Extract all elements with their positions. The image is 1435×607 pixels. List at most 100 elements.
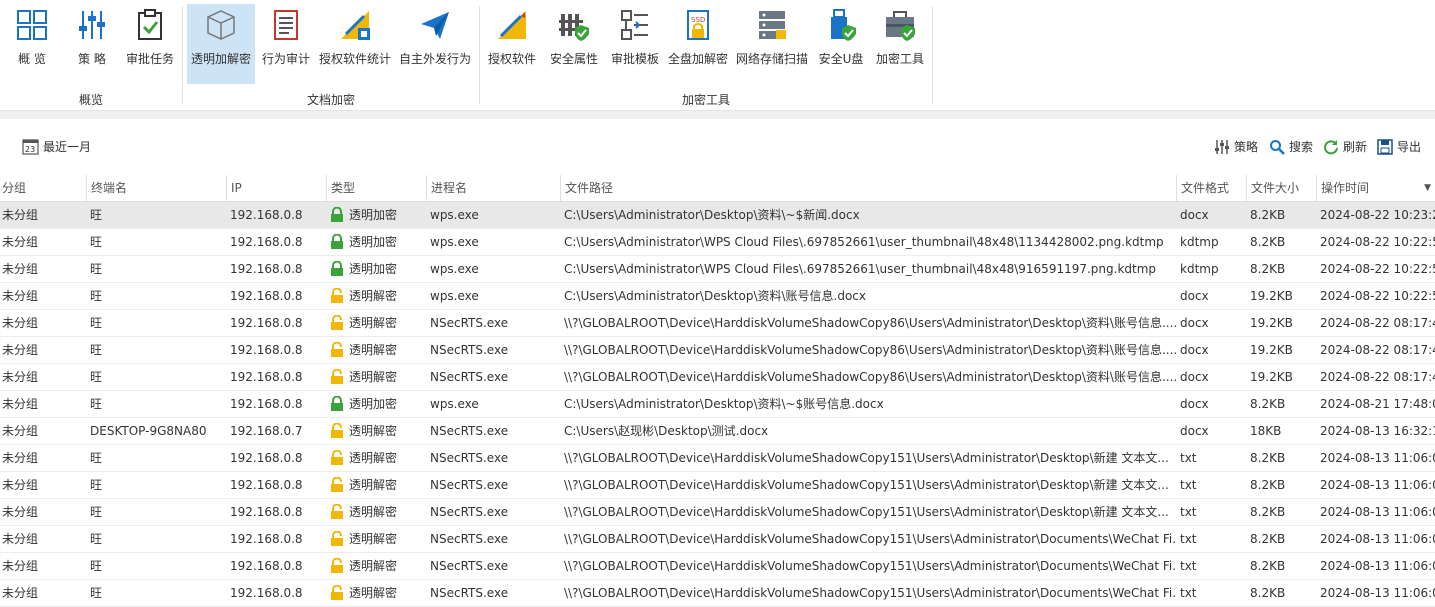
refresh-button[interactable]: 刷新: [1323, 138, 1367, 155]
cell-ip: 192.168.0.8: [230, 256, 303, 282]
cell-format-text: txt: [1180, 478, 1197, 492]
cell-process-text: NSecRTS.exe: [430, 343, 509, 357]
cell-type: 透明加密: [330, 229, 397, 255]
table-row[interactable]: 未分组 旺 192.168.0.8 透明解密 NSecRTS.exe \\?\GLOBAL…: [0, 310, 1435, 337]
cell-size: 8.2KB: [1250, 472, 1285, 498]
column-header-path[interactable]: 文件路径: [560, 175, 1176, 201]
cell-path: C:\Users\Administrator\WPS Cloud Files\.…: [564, 229, 1176, 255]
search-label: 搜索: [1289, 140, 1314, 154]
cell-group: 未分组: [2, 445, 38, 471]
cell-time-text: 2024-08-13 16:32:13: [1320, 424, 1435, 438]
cell-format: docx: [1180, 337, 1209, 363]
cell-ip: 192.168.0.8: [230, 229, 303, 255]
date-range-button[interactable]: 23 最近一月: [22, 138, 91, 155]
ribbon-button-authorized-software-stats[interactable]: 授权软件统计: [318, 4, 392, 84]
ribbon-button-label: 行为审计: [261, 52, 310, 66]
table-row[interactable]: 未分组 旺 192.168.0.8 透明解密 NSecRTS.exe \\?\GLOBAL…: [0, 580, 1435, 607]
column-header-format[interactable]: 文件格式: [1176, 175, 1246, 201]
lock-closed-icon: [331, 395, 343, 411]
cell-format: docx: [1180, 310, 1209, 336]
cell-type-text: 透明加密: [349, 262, 398, 276]
ribbon-button-approval-template[interactable]: 审批模板: [608, 4, 662, 84]
table-row[interactable]: 未分组 旺 192.168.0.8 透明解密 wps.exe C:\Users\Admin…: [0, 283, 1435, 310]
cell-time: 2024-08-22 10:22:59: [1320, 229, 1435, 255]
ribbon-button-transparent-crypto[interactable]: 透明加解密: [187, 4, 255, 84]
column-header-size[interactable]: 文件大小: [1246, 175, 1316, 201]
search-button[interactable]: 搜索: [1269, 138, 1313, 155]
policy-button[interactable]: 策略: [1214, 138, 1258, 155]
cell-time: 2024-08-22 08:17:49: [1320, 337, 1435, 363]
ribbon-button-network-storage-scan[interactable]: 网络存储扫描: [734, 4, 810, 84]
table-row[interactable]: 未分组 旺 192.168.0.8 透明解密 NSecRTS.exe \\?\GLOBAL…: [0, 364, 1435, 391]
table-row[interactable]: 未分组 旺 192.168.0.8 透明解密 NSecRTS.exe \\?\GLOBAL…: [0, 337, 1435, 364]
cell-group: 未分组: [2, 472, 38, 498]
cell-path-text: C:\Users\Administrator\Desktop\资料\~$账号信息…: [564, 397, 884, 411]
secure-usb-icon: [831, 9, 856, 41]
overview-grid-icon: [17, 10, 47, 40]
table-header: 分组 终端名 IP 类型 进程名 文件路径 文件格式 文件大小 操作时间 ▼: [0, 175, 1435, 202]
ribbon-button-overview[interactable]: 概 览: [8, 4, 56, 84]
lock-closed-icon: [331, 260, 343, 276]
cell-format: kdtmp: [1180, 256, 1219, 282]
table-row[interactable]: 未分组 旺 192.168.0.8 透明解密 NSecRTS.exe \\?\GLOBAL…: [0, 445, 1435, 472]
table-row[interactable]: 未分组 旺 192.168.0.8 透明解密 NSecRTS.exe \\?\GLOBAL…: [0, 553, 1435, 580]
ribbon-button-label: 自主外发行为: [398, 52, 471, 66]
ribbon-button-policy[interactable]: 策 略: [68, 4, 116, 84]
cell-format-text: docx: [1180, 208, 1209, 222]
cell-group-text: 未分组: [2, 532, 39, 546]
cell-type: 透明解密: [330, 418, 397, 444]
column-header-ip[interactable]: IP: [226, 175, 326, 201]
cell-process: NSecRTS.exe: [430, 553, 508, 579]
column-header-type[interactable]: 类型: [326, 175, 426, 201]
cell-terminal: 旺: [90, 256, 102, 282]
lock-open-icon: [331, 314, 343, 330]
ribbon-button-secure-usb[interactable]: 安全U盘: [816, 4, 866, 84]
encryption-toolbox-icon: [886, 11, 915, 41]
cell-ip-text: 192.168.0.8: [230, 505, 303, 519]
cell-process-text: wps.exe: [430, 262, 479, 276]
table-row[interactable]: 未分组 旺 192.168.0.8 透明解密 NSecRTS.exe \\?\GLOBAL…: [0, 526, 1435, 553]
ribbon-button-label: 加密工具: [875, 52, 924, 66]
ribbon-button-behavior-audit[interactable]: 行为审计: [259, 4, 313, 84]
ribbon-button-security-attribute[interactable]: 安全属性: [546, 4, 602, 84]
ribbon-button-encryption-toolbox[interactable]: 加密工具: [872, 4, 928, 84]
ribbon-button-full-disk-encryption[interactable]: SSD 全盘加解密: [666, 4, 730, 84]
table-row[interactable]: 未分组 旺 192.168.0.8 透明解密 NSecRTS.exe \\?\GLOBAL…: [0, 472, 1435, 499]
cell-process: NSecRTS.exe: [430, 310, 508, 336]
cell-ip-text: 192.168.0.8: [230, 208, 303, 222]
cell-terminal-text: 旺: [90, 343, 103, 357]
column-header-time[interactable]: 操作时间 ▼: [1316, 175, 1435, 201]
group-separator: [182, 6, 183, 104]
cell-process-text: NSecRTS.exe: [430, 532, 509, 546]
cell-terminal: 旺: [90, 580, 102, 606]
cell-ip: 192.168.0.7: [230, 418, 303, 444]
cell-time: 2024-08-13 11:06:07: [1320, 472, 1435, 498]
column-header-terminal[interactable]: 终端名: [86, 175, 226, 201]
cell-path-text: \\?\GLOBALROOT\Device\HarddiskVolumeShad…: [564, 316, 1176, 330]
cell-terminal-text: 旺: [90, 505, 103, 519]
cell-group-text: 未分组: [2, 478, 39, 492]
cell-ip-text: 192.168.0.7: [230, 424, 303, 438]
table-row[interactable]: 未分组 旺 192.168.0.8 透明加密 wps.exe C:\Users\Admin…: [0, 202, 1435, 229]
calendar-icon: 23: [22, 139, 39, 155]
cell-process: wps.exe: [430, 391, 479, 417]
cell-group: 未分组: [2, 391, 38, 417]
cell-process: NSecRTS.exe: [430, 472, 508, 498]
cell-format-text: txt: [1180, 586, 1197, 600]
table-row[interactable]: 未分组 旺 192.168.0.8 透明加密 wps.exe C:\Users\Admin…: [0, 256, 1435, 283]
cell-group: 未分组: [2, 580, 38, 606]
ribbon-button-outbound-send[interactable]: 自主外发行为: [397, 4, 473, 84]
cell-type-text: 透明解密: [349, 532, 398, 546]
table-row[interactable]: 未分组 旺 192.168.0.8 透明解密 NSecRTS.exe \\?\GLOBAL…: [0, 499, 1435, 526]
column-header-process[interactable]: 进程名: [426, 175, 560, 201]
cell-format: docx: [1180, 283, 1209, 309]
cell-time: 2024-08-13 11:06:07: [1320, 499, 1435, 525]
column-header-group[interactable]: 分组: [0, 175, 86, 201]
table-row[interactable]: 未分组 DESKTOP-9G8NA80 192.168.0.7 透明解密 NSecRTS…: [0, 418, 1435, 445]
ribbon-button-authorized-software[interactable]: 授权软件: [485, 4, 539, 84]
table-row[interactable]: 未分组 旺 192.168.0.8 透明加密 wps.exe C:\Users\Admin…: [0, 391, 1435, 418]
export-button[interactable]: 导出: [1377, 138, 1421, 155]
ribbon-button-approval-task[interactable]: 审批任务: [122, 4, 178, 84]
cell-size-text: 18KB: [1250, 424, 1282, 438]
table-row[interactable]: 未分组 旺 192.168.0.8 透明加密 wps.exe C:\Users\Admin…: [0, 229, 1435, 256]
